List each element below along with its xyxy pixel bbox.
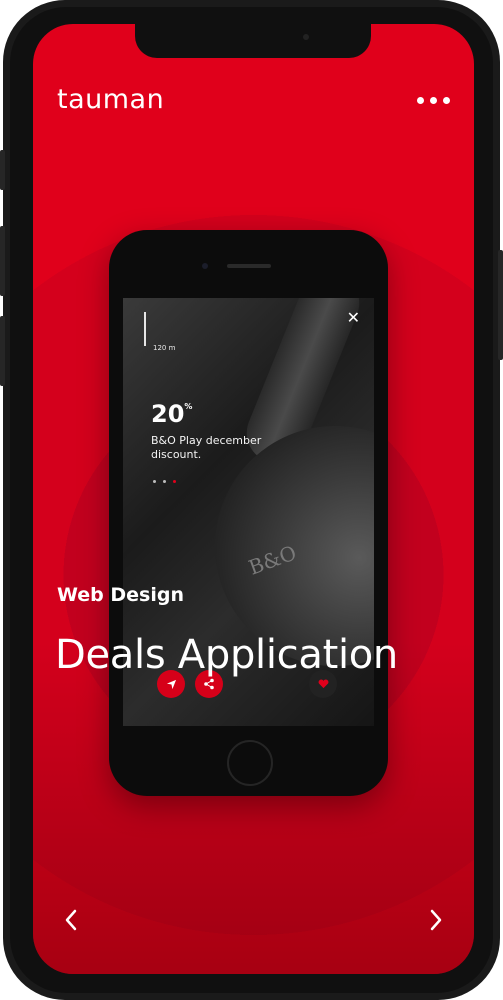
pagination-dot[interactable] — [153, 480, 156, 483]
more-dots-icon[interactable] — [417, 97, 450, 104]
device-side-button — [498, 250, 503, 360]
discount-unit: % — [184, 402, 193, 411]
discount-number: 20 — [151, 400, 185, 428]
camera-icon — [202, 263, 208, 269]
discount-description: B&O Play december discount. — [151, 434, 262, 461]
brand-logo[interactable]: tauman — [57, 84, 164, 115]
heart-icon — [318, 679, 328, 689]
device-side-button — [0, 226, 5, 296]
chevron-left-icon — [65, 909, 77, 931]
headphone-cup-image — [215, 426, 374, 666]
distance-indicator — [144, 312, 146, 346]
discount-value: 20% — [151, 400, 192, 428]
project-preview-phone: B&O 120 m ✕ 20% B&O Play december discou… — [109, 230, 388, 796]
app-screen: tauman B&O 120 m ✕ 20% B&O Play december… — [33, 24, 474, 974]
pagination-dot[interactable] — [163, 480, 166, 483]
close-icon[interactable]: ✕ — [347, 308, 360, 327]
pagination-dots — [153, 480, 176, 483]
device-frame: tauman B&O 120 m ✕ 20% B&O Play december… — [0, 0, 503, 1000]
share-icon — [204, 678, 214, 690]
navigate-icon — [166, 679, 176, 689]
prev-slide-button[interactable] — [63, 908, 79, 936]
device-side-button — [0, 316, 5, 386]
distance-label: 120 m — [153, 344, 176, 352]
next-slide-button[interactable] — [428, 908, 444, 936]
project-title[interactable]: Deals Application — [55, 632, 398, 678]
pagination-dot-active[interactable] — [173, 480, 176, 483]
speaker-grille — [227, 264, 271, 268]
project-category: Web Design — [57, 584, 184, 606]
device-notch — [135, 24, 371, 58]
device-side-button — [0, 150, 5, 190]
chevron-right-icon — [430, 909, 442, 931]
home-button — [227, 740, 273, 786]
